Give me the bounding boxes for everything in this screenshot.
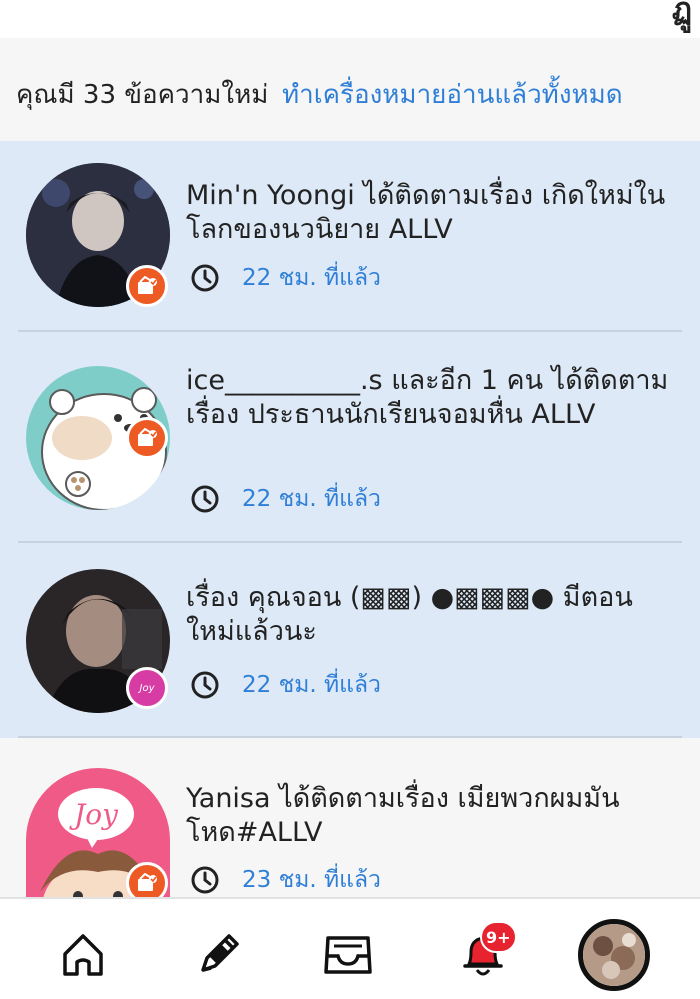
- clock-icon: [191, 671, 219, 699]
- notification-time: 23 ชม. ที่แล้ว: [242, 867, 381, 893]
- top-bar: ฏู: [0, 0, 700, 38]
- new-messages-count: คุณมี 33 ข้อความใหม่: [16, 80, 269, 110]
- notification-time: 22 ชม. ที่แล้ว: [242, 265, 381, 291]
- notification-meta: 22 ชม. ที่แล้ว: [190, 483, 381, 515]
- notification-meta: 23 ชม. ที่แล้ว: [190, 864, 381, 896]
- clock-icon: [191, 485, 219, 513]
- clock-icon: [191, 866, 219, 894]
- notification-text: Min'n Yoongi ได้ติดตามเรื่อง เกิดใหม่ในโ…: [186, 180, 666, 245]
- notification-text: Yanisa ได้ติดตามเรื่อง เมียพวกผมมันโหด#A…: [186, 783, 620, 848]
- corner-glyph: ฏู: [671, 0, 692, 27]
- notification-text: เรื่อง คุณจอน (▩▩) ●▩▩▩● มีตอนใหม่แล้วนะ: [186, 582, 633, 647]
- notification-item[interactable]: Min'n Yoongi ได้ติดตามเรื่อง เกิดใหม่ในโ…: [0, 141, 700, 332]
- joy-icon: Joy: [126, 667, 168, 709]
- notification-item[interactable]: Joy Yanisa ได้ติดตามเรื่อง เมียพวกผมมันโ…: [0, 738, 700, 904]
- notification-meta: 22 ชม. ที่แล้ว: [190, 262, 381, 294]
- notification-meta: 22 ชม. ที่แล้ว: [190, 669, 381, 701]
- write-icon: [201, 934, 239, 972]
- profile-photo: [583, 924, 645, 986]
- bottom-nav: 9+: [0, 897, 700, 999]
- clock-icon: [191, 264, 219, 292]
- notification-item[interactable]: ice__________.s และอีก 1 คน ได้ติดตามเรื…: [0, 332, 700, 543]
- notification-item[interactable]: Joy เรื่อง คุณจอน (▩▩) ●▩▩▩● มีตอนใหม่แล…: [0, 543, 700, 738]
- joy-badge-label: Joy: [139, 682, 155, 694]
- nav-home[interactable]: [48, 919, 118, 989]
- notification-summary-bar: คุณมี 33 ข้อความใหม่ ทำเครื่องหมายอ่านแล…: [0, 38, 700, 141]
- notification-text: ice__________.s และอีก 1 คน ได้ติดตามเรื…: [186, 365, 669, 430]
- follow-icon: [126, 417, 168, 459]
- nav-write[interactable]: [184, 919, 254, 989]
- home-icon: [63, 934, 103, 976]
- mark-all-read-link[interactable]: ทำเครื่องหมายอ่านแล้วทั้งหมด: [282, 74, 623, 115]
- inbox-icon: [324, 936, 372, 974]
- notification-time: 22 ชม. ที่แล้ว: [242, 486, 381, 512]
- notification-count-badge: 9+: [480, 921, 517, 953]
- nav-inbox[interactable]: [313, 919, 383, 989]
- joy-avatar-text: Joy: [69, 798, 119, 831]
- profile-avatar[interactable]: [578, 919, 650, 991]
- notification-time: 22 ชม. ที่แล้ว: [242, 672, 381, 698]
- follow-icon: [126, 265, 168, 307]
